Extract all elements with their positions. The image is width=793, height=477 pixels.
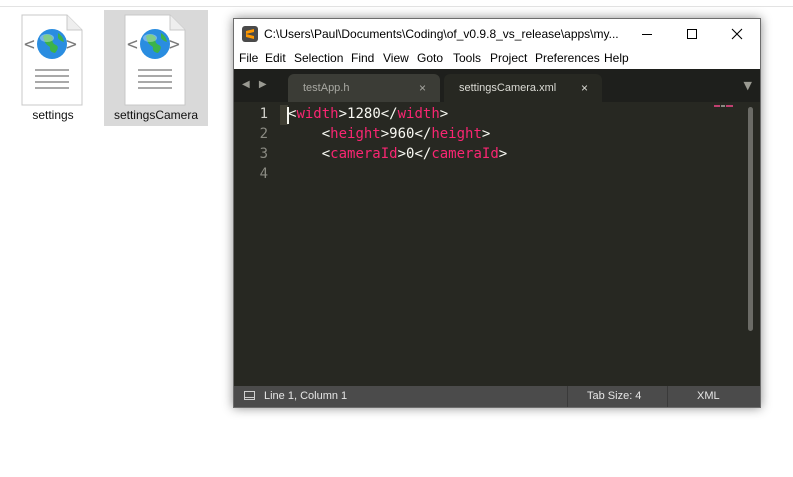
xml-file-icon: < > (124, 14, 186, 106)
menu-edit[interactable]: Edit (265, 51, 286, 65)
menu-find[interactable]: Find (351, 51, 374, 65)
svg-text:>: > (66, 34, 77, 55)
minimize-icon (642, 34, 652, 35)
line-number-gutter: 1 2 3 4 (234, 102, 280, 386)
minimap-preview[interactable] (714, 105, 734, 108)
tab-label: settingsCamera.xml (459, 82, 557, 94)
line-number: 3 (259, 146, 268, 162)
file-label-settingscamera: settingsCamera (113, 108, 199, 122)
code-editor[interactable]: <width>1280</width> <height>960</height>… (288, 102, 748, 386)
menu-tools[interactable]: Tools (453, 51, 481, 65)
tab-close-icon[interactable]: × (581, 81, 588, 95)
xml-file-icon: < > (21, 14, 83, 106)
minimize-button[interactable] (624, 19, 670, 49)
menu-view[interactable]: View (383, 51, 409, 65)
code-line: <height>960</height> (288, 126, 491, 142)
file-settings[interactable]: < > settings (1, 10, 105, 126)
xml-tag: height (431, 126, 482, 142)
menu-help[interactable]: Help (604, 51, 629, 65)
tab-testapp-h[interactable]: testApp.h × (288, 74, 440, 102)
editor-window: C:\Users\Paul\Documents\Coding\of_v0.9.8… (233, 18, 761, 408)
status-bar: Line 1, Column 1 Tab Size: 4 XML (234, 386, 760, 407)
sublime-app-icon (242, 26, 258, 42)
file-label-settings: settings (32, 108, 74, 122)
tab-label: testApp.h (303, 82, 350, 94)
line-number: 1 (259, 106, 268, 122)
menu-bar: File Edit Selection Find View Goto Tools… (234, 49, 760, 69)
xml-tag: cameraId (330, 146, 398, 162)
syntax-selector[interactable]: XML (697, 390, 720, 402)
svg-text:<: < (127, 34, 138, 55)
xml-value: 1280 (347, 106, 381, 122)
xml-tag: width (296, 106, 339, 122)
status-divider (667, 386, 668, 407)
menu-file[interactable]: File (239, 51, 258, 65)
file-settingscamera[interactable]: < > settingsCamera (104, 10, 208, 126)
cursor-position: Line 1, Column 1 (264, 390, 348, 402)
maximize-button[interactable] (669, 19, 715, 49)
tab-dropdown-icon[interactable]: ▼ (744, 79, 752, 92)
close-button[interactable] (714, 19, 760, 49)
xml-tag: cameraId (431, 146, 499, 162)
menu-preferences[interactable]: Preferences (535, 51, 600, 65)
tab-close-icon[interactable]: × (419, 81, 426, 95)
xml-tag: height (330, 126, 381, 142)
svg-text:<: < (24, 34, 35, 55)
window-title: C:\Users\Paul\Documents\Coding\of_v0.9.8… (264, 27, 619, 41)
text-cursor (287, 107, 289, 124)
tab-size-selector[interactable]: Tab Size: 4 (587, 390, 641, 402)
panel-toggle-icon[interactable] (244, 391, 255, 400)
vertical-scrollbar[interactable] (748, 107, 753, 331)
line-number: 4 (259, 166, 268, 182)
tab-settingscamera-xml[interactable]: settingsCamera.xml × (444, 74, 602, 102)
xml-value: 960 (389, 126, 415, 142)
menu-project[interactable]: Project (490, 51, 527, 65)
tab-bar: ◀ ▶ testApp.h × settingsCamera.xml × ▼ (234, 69, 760, 102)
status-divider (567, 386, 568, 407)
line-number: 2 (259, 126, 268, 142)
maximize-icon (687, 29, 697, 39)
menu-goto[interactable]: Goto (417, 51, 443, 65)
tab-nav-arrows-icon[interactable]: ◀ ▶ (242, 79, 270, 90)
svg-text:>: > (169, 34, 180, 55)
xml-tag: width (397, 106, 440, 122)
close-icon (731, 28, 743, 40)
xml-value: 0 (406, 146, 415, 162)
code-line: <cameraId>0</cameraId> (288, 146, 507, 162)
menu-selection[interactable]: Selection (294, 51, 343, 65)
window-top-divider (0, 6, 793, 7)
title-bar[interactable]: C:\Users\Paul\Documents\Coding\of_v0.9.8… (234, 19, 760, 49)
code-line: <width>1280</width> (288, 106, 449, 122)
